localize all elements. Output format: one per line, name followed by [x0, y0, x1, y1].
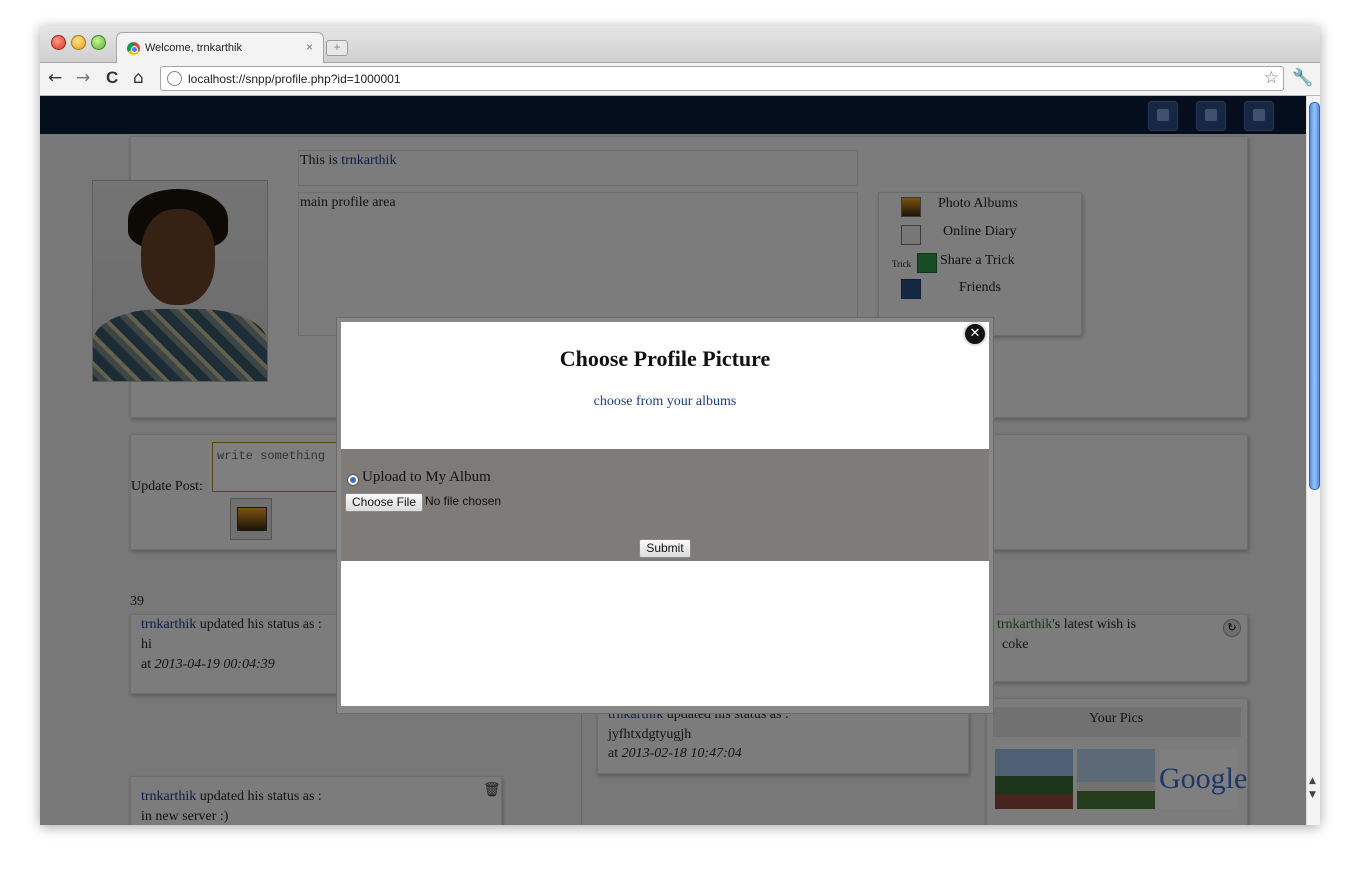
home-button[interactable]: ⌂ [133, 68, 144, 88]
upload-form: Upload to My Album Choose File No file c… [341, 449, 989, 561]
scroll-down-arrow[interactable]: ▼ [1309, 790, 1316, 800]
submit-button[interactable]: Submit [639, 539, 691, 558]
scroll-up-arrow[interactable]: ▲ [1309, 776, 1316, 786]
upload-album-radio[interactable] [347, 474, 359, 486]
back-button[interactable]: ← [48, 68, 62, 88]
modal-title: Choose Profile Picture [559, 346, 771, 371]
url-text: localhost://snpp/profile.php?id=1000001 [188, 72, 401, 86]
chrome-favicon-icon [127, 42, 140, 55]
choose-file-button[interactable]: Choose File [345, 493, 423, 512]
tab-strip: Welcome, trnkarthik × + [40, 26, 1320, 63]
toolbar: ← → C ⌂ localhost://snpp/profile.php?id=… [40, 63, 1320, 96]
choose-from-albums-link[interactable]: choose from your albums [341, 394, 989, 410]
forward-button[interactable]: → [76, 68, 90, 88]
tab-title: Welcome, trnkarthik [145, 42, 242, 54]
close-window-button[interactable] [51, 35, 66, 50]
bookmark-star-icon[interactable]: ☆ [1264, 68, 1279, 88]
no-file-chosen-text: No file chosen [425, 494, 502, 508]
zoom-window-button[interactable] [91, 35, 106, 50]
vertical-scrollbar[interactable]: ▲ ▼ [1306, 96, 1320, 825]
minimize-window-button[interactable] [71, 35, 86, 50]
page-viewport: This is trnkarthik main profile area Pho… [40, 96, 1306, 825]
modal-header: Choose Profile Picture choose from your … [341, 322, 989, 449]
reload-button[interactable]: C [106, 68, 118, 88]
upload-album-label: Upload to My Album [362, 469, 491, 485]
wrench-menu-icon[interactable]: 🔧 [1292, 68, 1313, 88]
modal-close-icon[interactable]: ✕ [963, 322, 987, 346]
tab-welcome[interactable]: Welcome, trnkarthik × [116, 32, 324, 63]
address-bar[interactable]: localhost://snpp/profile.php?id=1000001 … [160, 66, 1284, 91]
scrollbar-thumb[interactable] [1309, 102, 1320, 490]
browser-window: Welcome, trnkarthik × + ← → C ⌂ localhos… [40, 26, 1320, 825]
choose-profile-picture-modal: Choose Profile Picture choose from your … [336, 317, 994, 714]
modal-preview-area [341, 561, 989, 706]
new-tab-button[interactable]: + [326, 40, 348, 56]
globe-icon [167, 71, 182, 86]
tab-close-icon[interactable]: × [306, 40, 313, 54]
